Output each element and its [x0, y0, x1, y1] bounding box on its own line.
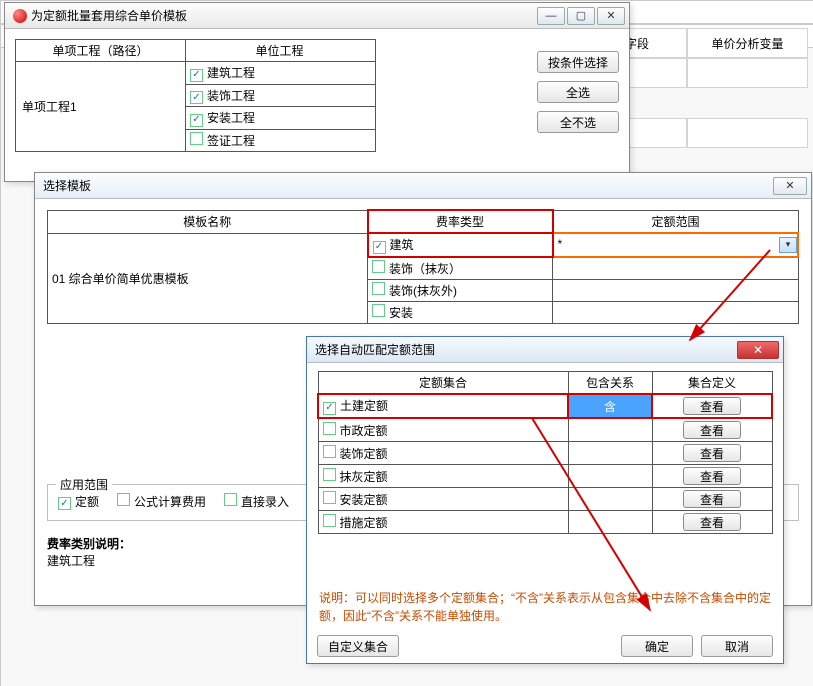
view-button[interactable]: 查看 [683, 490, 741, 508]
relation-cell[interactable]: 含 [568, 394, 652, 418]
checkbox-icon[interactable]: ✓ [190, 69, 203, 82]
minimize-button[interactable]: — [537, 7, 565, 25]
col-def-header: 集合定义 [652, 372, 772, 395]
checkbox-icon[interactable] [323, 514, 336, 527]
dialog-footer: 自定义集合 确定 取消 [317, 631, 773, 657]
maximize-button[interactable]: ▢ [567, 7, 595, 25]
relation-cell[interactable] [568, 418, 652, 442]
def-cell: 查看 [652, 394, 772, 418]
close-button[interactable]: ✕ [597, 7, 625, 25]
window-title: 为定额批量套用综合单价模板 [31, 7, 187, 24]
range-cell[interactable]: * ▾ [553, 233, 799, 257]
dialog-batch-template: 为定额批量套用综合单价模板 — ▢ ✕ 单项工程（路径） 单位工程 单项工程1 … [4, 2, 630, 182]
checkbox-icon[interactable] [323, 422, 336, 435]
relation-cell[interactable] [568, 465, 652, 488]
view-button[interactable]: 查看 [683, 513, 741, 531]
dialog-select-range: 选择自动匹配定额范围 ✕ 定额集合 包含关系 集合定义 ✓土建定额 含 查看 市… [306, 336, 784, 664]
rate-row[interactable]: 装饰（抹灰） [368, 257, 553, 280]
description-text: 说明：可以同时选择多个定额集合；“不含”关系表示从包含集合中去除不含集合中的定额… [319, 589, 771, 625]
def-cell: 查看 [652, 418, 772, 442]
bg-cell [687, 118, 808, 148]
titlebar[interactable]: 为定额批量套用综合单价模板 — ▢ ✕ [5, 3, 629, 29]
titlebar[interactable]: 选择模板 ✕ [35, 173, 811, 199]
set-row[interactable]: 装饰定额 [318, 442, 568, 465]
scope-option[interactable]: 公式计算费用 [117, 493, 206, 510]
col-unit-header: 单位工程 [186, 40, 376, 62]
custom-set-button[interactable]: 自定义集合 [317, 635, 399, 657]
select-none-button[interactable]: 全不选 [537, 111, 619, 133]
template-table: 模板名称 费率类型 定额范围 01 综合单价简单优惠模板 ✓建筑 * ▾ 装饰（… [47, 209, 799, 324]
scope-option[interactable]: 直接录入 [224, 493, 289, 510]
set-row[interactable]: 措施定额 [318, 511, 568, 534]
relation-cell[interactable] [568, 488, 652, 511]
checkbox-icon[interactable] [323, 445, 336, 458]
col-set-header: 定额集合 [318, 372, 568, 395]
range-dropdown-button[interactable]: ▾ [779, 237, 797, 253]
relation-cell[interactable] [568, 442, 652, 465]
range-cell[interactable] [553, 257, 799, 280]
rate-row[interactable]: ✓建筑 [368, 233, 553, 257]
range-cell[interactable] [553, 301, 799, 323]
def-cell: 查看 [652, 442, 772, 465]
checkbox-icon[interactable] [323, 491, 336, 504]
select-all-button[interactable]: 全选 [537, 81, 619, 103]
unit-row[interactable]: 签证工程 [186, 129, 376, 151]
col-rate-header: 费率类型 [368, 210, 553, 233]
cancel-button[interactable]: 取消 [701, 635, 773, 657]
set-row[interactable]: 安装定额 [318, 488, 568, 511]
view-button[interactable]: 查看 [683, 467, 741, 485]
checkbox-icon[interactable]: ✓ [373, 241, 386, 254]
ok-button[interactable]: 确定 [621, 635, 693, 657]
rate-row[interactable]: 安装 [368, 301, 553, 323]
path-cell: 单项工程1 [16, 62, 186, 152]
checkbox-icon[interactable] [117, 493, 130, 506]
window-title: 选择自动匹配定额范围 [315, 341, 435, 358]
close-button[interactable]: ✕ [773, 177, 807, 195]
range-table: 定额集合 包含关系 集合定义 ✓土建定额 含 查看 市政定额 查看 装饰定额 查… [317, 371, 773, 534]
scope-option[interactable]: ✓定额 [58, 493, 99, 511]
col-name-header: 模板名称 [48, 210, 368, 233]
template-name-cell[interactable]: 01 综合单价简单优惠模板 [48, 233, 368, 323]
checkbox-icon[interactable] [372, 260, 385, 273]
checkbox-icon[interactable] [372, 304, 385, 317]
col-rel-header: 包含关系 [568, 372, 652, 395]
unit-row[interactable]: ✓安装工程 [186, 107, 376, 130]
view-button[interactable]: 查看 [683, 444, 741, 462]
def-cell: 查看 [652, 465, 772, 488]
filter-select-button[interactable]: 按条件选择 [537, 51, 619, 73]
set-row[interactable]: 市政定额 [318, 418, 568, 442]
col-range-header: 定额范围 [553, 210, 799, 233]
col-path-header: 单项工程（路径） [16, 40, 186, 62]
bg-header-var: 单价分析变量 [687, 28, 808, 58]
unit-row[interactable]: ✓建筑工程 [186, 62, 376, 85]
window-title: 选择模板 [43, 177, 91, 194]
app-icon [13, 9, 27, 23]
project-table: 单项工程（路径） 单位工程 单项工程1 ✓建筑工程 ✓装饰工程 ✓安装工程 签证… [15, 39, 376, 152]
def-cell: 查看 [652, 511, 772, 534]
relation-cell[interactable] [568, 511, 652, 534]
checkbox-icon[interactable] [224, 493, 237, 506]
range-cell[interactable] [553, 279, 799, 301]
scope-legend: 应用范围 [56, 476, 112, 493]
note-label: 费率类别说明： [47, 537, 131, 551]
checkbox-icon[interactable] [190, 132, 203, 145]
checkbox-icon[interactable]: ✓ [190, 91, 203, 104]
titlebar[interactable]: 选择自动匹配定额范围 ✕ [307, 337, 783, 363]
set-row[interactable]: ✓土建定额 [318, 394, 568, 418]
close-button[interactable]: ✕ [737, 341, 779, 359]
checkbox-icon[interactable]: ✓ [323, 402, 336, 415]
bg-cell [687, 58, 808, 88]
def-cell: 查看 [652, 488, 772, 511]
view-button[interactable]: 查看 [683, 421, 741, 439]
checkbox-icon[interactable]: ✓ [58, 497, 71, 510]
rate-row[interactable]: 装饰(抹灰外) [368, 279, 553, 301]
unit-row[interactable]: ✓装饰工程 [186, 84, 376, 107]
checkbox-icon[interactable]: ✓ [190, 114, 203, 127]
set-row[interactable]: 抹灰定额 [318, 465, 568, 488]
checkbox-icon[interactable] [372, 282, 385, 295]
view-button[interactable]: 查看 [683, 397, 741, 415]
checkbox-icon[interactable] [323, 468, 336, 481]
